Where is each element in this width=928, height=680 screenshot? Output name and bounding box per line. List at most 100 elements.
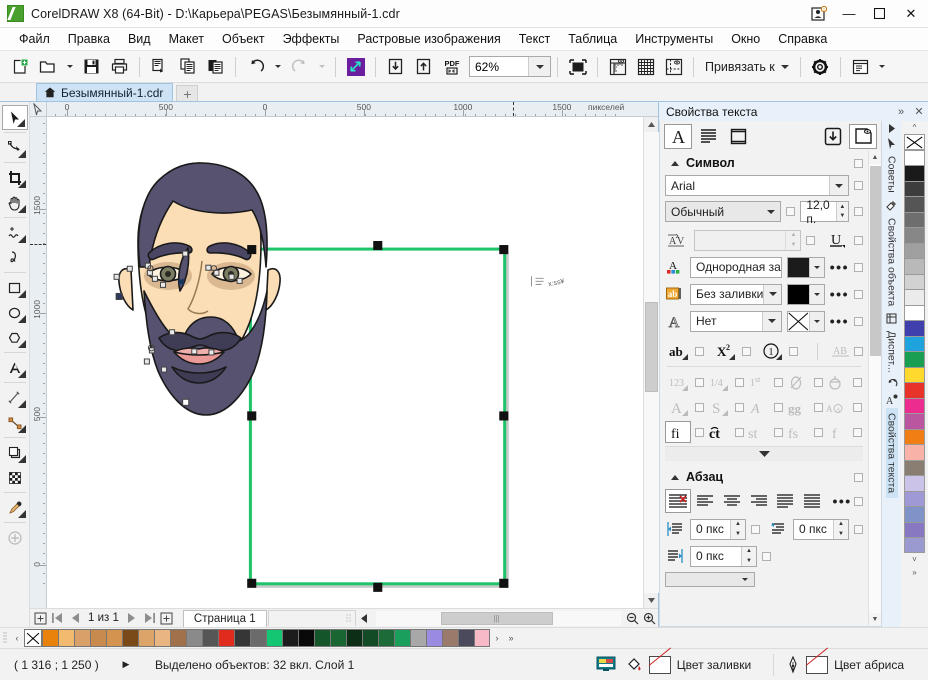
character-section-collapse-bar[interactable] bbox=[665, 446, 863, 461]
range-kerning-checkbox[interactable] bbox=[806, 236, 815, 245]
background-color-dropdown-icon[interactable] bbox=[809, 285, 824, 304]
prev-page-icon[interactable] bbox=[66, 610, 83, 627]
docker-scroll-down-icon[interactable]: ▼ bbox=[869, 613, 882, 626]
crop-tool[interactable] bbox=[2, 165, 28, 190]
position-superscript-button[interactable]: X2 bbox=[712, 340, 738, 362]
open-document-icon[interactable] bbox=[34, 54, 61, 80]
palette-color-swatch[interactable] bbox=[904, 475, 925, 491]
corel-connect-icon[interactable] bbox=[342, 54, 369, 80]
document-palette-color-swatch[interactable] bbox=[266, 629, 282, 647]
line-spacing-dropdown-icon[interactable] bbox=[735, 573, 754, 586]
line-spacing-combo-partial[interactable] bbox=[665, 572, 755, 587]
background-color-swatch[interactable] bbox=[787, 284, 825, 305]
font-family-combo[interactable]: Arial bbox=[665, 175, 849, 196]
document-palette-color-swatch[interactable] bbox=[202, 629, 218, 647]
collapse-right-icon[interactable]: » bbox=[892, 103, 910, 121]
outline-color-swatch-status[interactable] bbox=[806, 656, 828, 674]
options-gear-icon[interactable] bbox=[807, 54, 834, 80]
palette-color-swatch[interactable] bbox=[904, 429, 925, 445]
fullscreen-preview-icon[interactable] bbox=[564, 54, 591, 80]
otf-swash-button[interactable]: A bbox=[744, 396, 770, 418]
zoom-input[interactable] bbox=[470, 57, 528, 76]
document-options-dropdown-icon[interactable] bbox=[875, 54, 890, 80]
otf-standard-ligature-button[interactable]: fi bbox=[665, 421, 691, 443]
align-none-button[interactable] bbox=[665, 489, 691, 513]
palette-color-swatch[interactable] bbox=[904, 320, 925, 336]
palette-color-swatch[interactable] bbox=[904, 367, 925, 383]
palette-color-swatch[interactable] bbox=[904, 398, 925, 414]
otf-ordinals-checkbox[interactable] bbox=[774, 378, 783, 387]
menu-object[interactable]: Объект bbox=[213, 30, 274, 48]
underline-icon[interactable]: U bbox=[825, 229, 849, 251]
pan-tool[interactable] bbox=[2, 190, 28, 215]
indent-first-stepper[interactable]: ▲▼ bbox=[730, 520, 745, 539]
frame-properties-button[interactable] bbox=[724, 124, 752, 149]
dimension-tool[interactable] bbox=[2, 385, 28, 410]
docker-expand-icon[interactable] bbox=[884, 121, 899, 136]
minimize-button[interactable]: — bbox=[834, 1, 864, 27]
character-effects-checkbox[interactable] bbox=[695, 347, 704, 356]
otf-discretionary-ligature-button[interactable]: ct bbox=[705, 421, 731, 443]
indent-right-spinner[interactable]: 0 пкс ▲▼ bbox=[690, 546, 757, 567]
import-icon[interactable] bbox=[382, 54, 409, 80]
open-dropdown-icon[interactable] bbox=[62, 54, 77, 80]
shadow-tool[interactable] bbox=[2, 440, 28, 465]
menu-effects[interactable]: Эффекты bbox=[274, 30, 349, 48]
indent-right-checkbox[interactable] bbox=[762, 552, 771, 561]
font-style-dropdown-icon[interactable] bbox=[761, 202, 780, 221]
outline-type-combo[interactable]: Нет bbox=[690, 311, 782, 332]
first-page-icon[interactable] bbox=[49, 610, 66, 627]
position-checkbox[interactable] bbox=[742, 347, 751, 356]
document-palette-color-swatch[interactable] bbox=[58, 629, 74, 647]
otf-fractions-button[interactable]: 1/4 bbox=[705, 371, 731, 393]
ellipse-tool[interactable] bbox=[2, 300, 28, 325]
palette-color-swatch[interactable] bbox=[904, 274, 925, 290]
page-tab-grip[interactable] bbox=[268, 610, 356, 626]
document-palette-color-swatch[interactable] bbox=[90, 629, 106, 647]
otf-caps-button[interactable]: A bbox=[665, 396, 691, 418]
otf-numerals-button[interactable]: 123 bbox=[665, 371, 691, 393]
undo-icon[interactable] bbox=[242, 54, 269, 80]
fill-tool[interactable] bbox=[2, 525, 28, 550]
indent-left-checkbox[interactable] bbox=[854, 525, 863, 534]
background-more-options-icon[interactable]: ••• bbox=[830, 284, 849, 304]
zoom-in-icon[interactable] bbox=[641, 610, 658, 627]
user-account-icon[interactable]: 1 bbox=[804, 1, 834, 27]
paragraph-section-checkbox[interactable] bbox=[854, 473, 863, 482]
palette-color-swatch[interactable] bbox=[904, 258, 925, 274]
text-tool[interactable] bbox=[2, 355, 28, 380]
page-scroll-left-icon[interactable] bbox=[356, 610, 373, 627]
freehand-tool[interactable] bbox=[2, 220, 28, 245]
last-page-icon[interactable] bbox=[141, 610, 158, 627]
page-tab-1[interactable]: Страница 1 bbox=[183, 610, 267, 627]
palette-color-swatch[interactable] bbox=[904, 522, 925, 538]
outline-more-options-icon[interactable]: ••• bbox=[830, 311, 849, 331]
otf-contextual-ligature-button[interactable]: st bbox=[744, 421, 770, 443]
document-palette-color-swatch[interactable] bbox=[378, 629, 394, 647]
otf-fractions-checkbox[interactable] bbox=[735, 378, 744, 387]
text-preview-button[interactable] bbox=[849, 124, 877, 149]
document-palette-color-swatch[interactable] bbox=[442, 629, 458, 647]
otf-alternates-checkbox[interactable] bbox=[814, 403, 823, 412]
background-fill-dropdown-icon[interactable] bbox=[763, 285, 782, 304]
fill-color-swatch[interactable] bbox=[787, 257, 825, 278]
otf-stylistic-button[interactable]: S bbox=[705, 396, 731, 418]
indent-first-line-spinner[interactable]: 0 пкс ▲▼ bbox=[690, 519, 746, 540]
add-page-after-icon[interactable] bbox=[158, 610, 175, 627]
outline-checkbox[interactable] bbox=[854, 317, 863, 326]
align-checkbox[interactable] bbox=[854, 497, 863, 506]
otf-positional-checkbox[interactable] bbox=[853, 403, 862, 412]
menu-layout[interactable]: Макет bbox=[160, 30, 213, 48]
font-size-stepper[interactable]: ▲▼ bbox=[836, 202, 848, 221]
otf-stylistic-checkbox[interactable] bbox=[735, 403, 744, 412]
scroll-up-icon[interactable] bbox=[644, 117, 659, 132]
close-icon[interactable]: ✕ bbox=[910, 103, 928, 121]
ruler-origin-corner[interactable] bbox=[30, 102, 47, 117]
document-palette-color-swatch[interactable] bbox=[394, 629, 410, 647]
docker-scroll-up-icon[interactable]: ▲ bbox=[869, 151, 882, 164]
menu-edit[interactable]: Правка bbox=[59, 30, 119, 48]
align-center-button[interactable] bbox=[719, 489, 745, 513]
cut-icon[interactable] bbox=[146, 54, 173, 80]
font-family-dropdown-icon[interactable] bbox=[829, 176, 848, 195]
import-text-styles-button[interactable] bbox=[819, 124, 847, 149]
